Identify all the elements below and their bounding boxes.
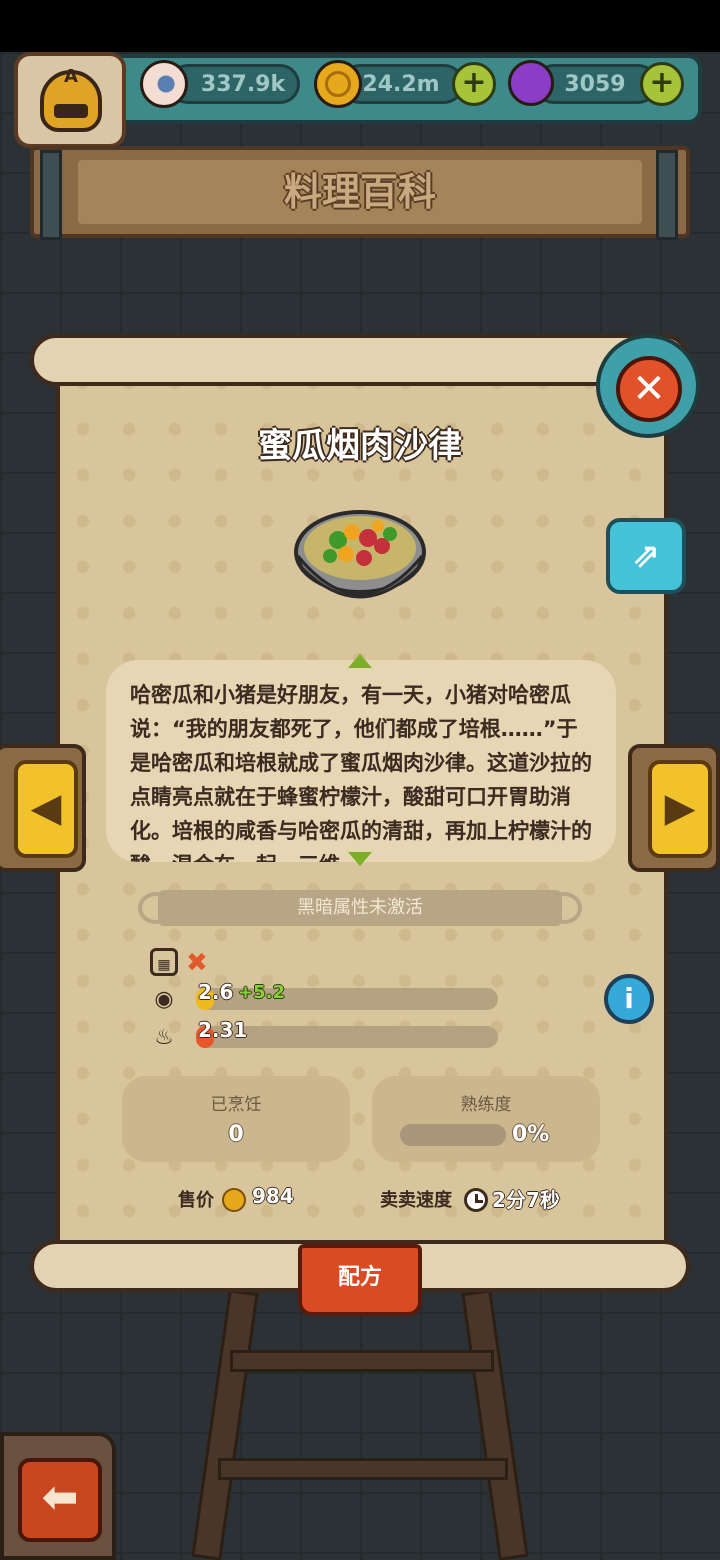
easel-rung	[218, 1458, 508, 1480]
avatar-letter: A	[64, 66, 78, 87]
sight-bonus: +5.2	[238, 982, 285, 1003]
dish-name: 蜜瓜烟肉沙律	[258, 426, 462, 466]
share-button[interactable]: ⇗	[606, 518, 686, 594]
sight-value: 2.6	[198, 980, 234, 1004]
cross-icon: ✖	[186, 948, 208, 978]
cooked-card: 已烹饪 0	[122, 1076, 350, 1162]
speed-label: 卖卖速度	[380, 1190, 452, 1211]
description-box[interactable]: 哈密瓜和小猪是好朋友，有一天，小猪对哈密瓜说：“我的朋友都死了，他们都成了培根……	[106, 660, 616, 862]
coin-resource-icon	[314, 60, 362, 108]
recipe-tab[interactable]: 配方	[298, 1244, 422, 1316]
coin-icon	[222, 1188, 246, 1212]
close-icon: ✕	[616, 356, 682, 422]
add-coins-button[interactable]: +	[452, 62, 496, 106]
clock-icon	[464, 1188, 488, 1212]
price-value: 984	[252, 1184, 294, 1208]
scroll-down-icon[interactable]	[348, 852, 372, 866]
add-potions-button[interactable]: +	[640, 62, 684, 106]
heat-value: 2.31	[198, 1018, 248, 1042]
arrow-right-icon: ▶	[648, 760, 712, 858]
avatar-mouth	[54, 104, 88, 118]
share-icon: ⇗	[631, 536, 661, 576]
mastery-value: 0%	[512, 1122, 550, 1147]
prev-dish-button[interactable]: ◀	[0, 744, 86, 872]
info-button[interactable]: i	[604, 974, 654, 1024]
salad-bowl-image	[294, 510, 426, 599]
scroll-top-roll	[30, 334, 690, 386]
mastery-bar	[400, 1124, 506, 1146]
eye-resource-icon	[140, 60, 188, 108]
flame-icon: ♨	[154, 1025, 174, 1050]
speed-value: 2分7秒	[492, 1188, 560, 1212]
cooked-value: 0	[228, 1122, 244, 1147]
easel-rung	[230, 1350, 494, 1372]
skull-block-icon: ▦	[150, 948, 178, 976]
eye-count: 337.9k	[200, 71, 286, 97]
coin-count: 24.2m	[362, 71, 440, 97]
potion-resource-icon	[508, 60, 554, 106]
player-avatar[interactable]: A	[14, 52, 126, 148]
dish-description: 哈密瓜和小猪是好朋友，有一天，小猪对哈密瓜说：“我的朋友都死了，他们都成了培根……	[130, 683, 592, 862]
mastery-card: 熟练度 0%	[372, 1076, 600, 1162]
avatar-face-icon: A	[40, 66, 102, 132]
mastery-label: 熟练度	[460, 1095, 512, 1115]
close-button[interactable]: ✕	[596, 334, 700, 438]
status-bar	[0, 0, 720, 52]
price-label: 售价	[178, 1190, 214, 1211]
arrow-left-icon: ◀	[14, 760, 78, 858]
eye-icon: ◉	[154, 987, 174, 1012]
back-arrow-icon: ⬅	[18, 1458, 102, 1542]
potion-count: 3059	[564, 71, 626, 97]
back-button[interactable]: ⬅	[0, 1432, 116, 1560]
next-dish-button[interactable]: ▶	[628, 744, 720, 872]
dark-attribute-banner: 黑暗属性未激活	[158, 890, 562, 926]
scroll-up-icon[interactable]	[348, 654, 372, 668]
cooked-label: 已烹饪	[210, 1095, 262, 1115]
page-title: 料理百科	[283, 170, 436, 214]
